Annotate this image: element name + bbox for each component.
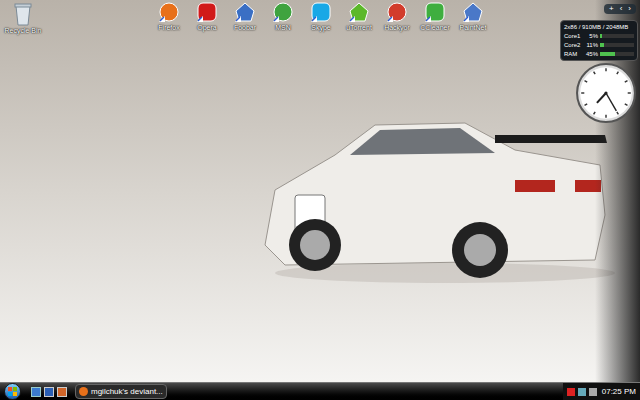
system-tray: 07:25 PM <box>563 383 640 400</box>
meter-track <box>600 43 634 47</box>
app-icon <box>386 1 408 23</box>
icon-label: Foobar <box>234 23 256 32</box>
desktop-icon[interactable]: uTorrent <box>340 1 378 32</box>
desktop-icon[interactable]: Firefox <box>150 1 188 32</box>
firefox-icon <box>79 387 88 396</box>
meter-track <box>600 52 634 56</box>
quick-launch <box>31 387 67 397</box>
sidebar-control-button[interactable]: + <box>607 4 616 14</box>
task-list: mgilchuk's deviant... <box>75 384 167 399</box>
sidebar-controls: +‹› <box>604 4 636 14</box>
tray-network-icon[interactable] <box>578 388 586 396</box>
icon-label: Hackyor <box>384 23 410 32</box>
tray-volume-icon[interactable] <box>589 388 597 396</box>
meter-fill <box>600 43 604 47</box>
meter-track <box>600 34 634 38</box>
meter-header: 2x86 / 910MB / 2048MB <box>564 23 634 31</box>
taskbar: mgilchuk's deviant... 07:25 PM <box>0 382 640 400</box>
desktop: Recycle Bin Firefox Opera Foobar MSN Skype uTo… <box>0 0 640 382</box>
wallpaper-car <box>255 95 615 285</box>
meter-label: RAM <box>564 50 582 58</box>
desktop-icon[interactable]: Skype <box>302 1 340 32</box>
clock-gadget[interactable] <box>575 62 637 124</box>
icon-label: Opera <box>197 23 216 32</box>
icon-label: uTorrent <box>346 23 372 32</box>
desktop-icon[interactable]: Opera <box>188 1 226 32</box>
recycle-bin[interactable]: Recycle Bin <box>2 2 44 35</box>
word-icon[interactable] <box>44 387 54 397</box>
hour-hand <box>597 93 606 103</box>
sidebar-control-button[interactable]: ‹ <box>618 4 625 14</box>
desktop-icon[interactable]: Foobar <box>226 1 264 32</box>
start-button[interactable] <box>4 383 21 400</box>
app-icon <box>462 1 484 23</box>
minute-hand <box>606 93 616 111</box>
meter-reading: 5% <box>584 32 598 40</box>
desktop-icon[interactable]: MSN <box>264 1 302 32</box>
app-icon <box>234 1 256 23</box>
icon-label: PaintNet <box>460 23 487 32</box>
app-icon <box>272 1 294 23</box>
tray-app-icon[interactable] <box>567 388 575 396</box>
windows-logo-icon <box>8 387 17 396</box>
icon-label: MSN <box>275 23 291 32</box>
meter-reading: 45% <box>584 50 598 58</box>
sidebar-control-button[interactable]: › <box>626 4 633 14</box>
meter-fill <box>600 52 615 56</box>
recycle-bin-icon <box>14 2 32 26</box>
meter-fill <box>600 34 602 38</box>
app-icon <box>196 1 218 23</box>
desktop-screen: Recycle Bin Firefox Opera Foobar MSN Skype uTo… <box>0 0 640 400</box>
task-label: mgilchuk's deviant... <box>91 386 163 398</box>
icon-label: CCleaner <box>420 23 450 32</box>
meter-label: Core1 <box>564 32 582 40</box>
icon-label: Skype <box>311 23 330 32</box>
desktop-icon-row: Firefox Opera Foobar MSN Skype uTorrent Hackyo… <box>150 1 492 32</box>
app-icon <box>348 1 370 23</box>
desktop-icon[interactable]: PaintNet <box>454 1 492 32</box>
show-desktop-icon[interactable] <box>31 387 41 397</box>
meter-row: Core211% <box>564 41 634 49</box>
icon-label: Recycle Bin <box>5 26 42 35</box>
task-button[interactable]: mgilchuk's deviant... <box>75 384 167 399</box>
meter-row: Core15% <box>564 32 634 40</box>
desktop-icon[interactable]: CCleaner <box>416 1 454 32</box>
meter-reading: 11% <box>584 41 598 49</box>
meter-row: RAM45% <box>564 50 634 58</box>
app-icon <box>158 1 180 23</box>
app-icon <box>310 1 332 23</box>
meter-label: Core2 <box>564 41 582 49</box>
tray-clock[interactable]: 07:25 PM <box>602 386 636 398</box>
icon-label: Firefox <box>158 23 179 32</box>
desktop-icon[interactable]: Hackyor <box>378 1 416 32</box>
cpu-meter-gadget[interactable]: 2x86 / 910MB / 2048MBCore15%Core211%RAM4… <box>560 20 638 61</box>
app-icon <box>424 1 446 23</box>
media-icon[interactable] <box>57 387 67 397</box>
